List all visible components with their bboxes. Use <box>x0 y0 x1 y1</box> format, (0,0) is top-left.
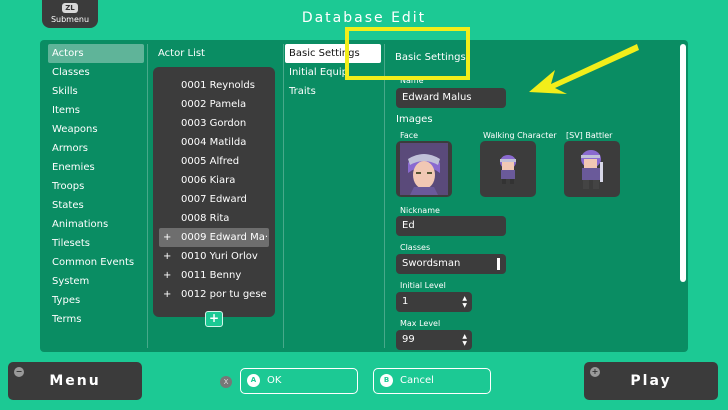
category-skills[interactable]: Skills <box>48 82 144 101</box>
initial-level-stepper[interactable]: 1 ▲ ▼ <box>396 292 472 312</box>
category-list: Actors Classes Skills Items Weapons Armo… <box>48 44 144 329</box>
plus-icon: + <box>163 289 172 300</box>
category-enemies[interactable]: Enemies <box>48 158 144 177</box>
actor-item[interactable]: 0006 Kiara <box>159 171 269 190</box>
actor-item[interactable]: 0004 Matilda <box>159 133 269 152</box>
images-label: Images <box>396 114 433 125</box>
actor-label: 0011 Benny <box>181 270 242 281</box>
category-actors[interactable]: Actors <box>48 44 144 63</box>
walking-character-label: Walking Character <box>483 131 557 140</box>
category-armors[interactable]: Armors <box>48 139 144 158</box>
category-types[interactable]: Types <box>48 291 144 310</box>
actor-item[interactable]: 0003 Gordon <box>159 114 269 133</box>
actor-label: 0009 Edward Ma··· <box>181 232 269 243</box>
classes-label: Classes <box>400 243 431 252</box>
actor-item[interactable]: 0002 Pamela <box>159 95 269 114</box>
actor-label: 0001 Reynolds <box>181 80 255 91</box>
initial-level-value: 1 <box>402 296 409 307</box>
menu-button[interactable]: − Menu <box>8 362 142 400</box>
category-terms[interactable]: Terms <box>48 310 144 329</box>
actor-item[interactable]: 0005 Alfred <box>159 152 269 171</box>
add-actor-button[interactable]: + <box>205 311 223 327</box>
column-divider <box>384 44 385 348</box>
actor-label: 0006 Kiara <box>181 175 236 186</box>
category-animations[interactable]: Animations <box>48 215 144 234</box>
category-tilesets[interactable]: Tilesets <box>48 234 144 253</box>
tab-traits[interactable]: Traits <box>285 82 381 101</box>
column-divider <box>147 44 148 348</box>
actor-label: 0005 Alfred <box>181 156 240 167</box>
cancel-button[interactable]: B Cancel <box>373 368 491 394</box>
stepper-arrows-icon[interactable]: ▲ ▼ <box>462 295 467 309</box>
actor-label: 0003 Gordon <box>181 118 247 129</box>
category-troops[interactable]: Troops <box>48 177 144 196</box>
a-button-icon: A <box>247 374 260 387</box>
max-level-value: 99 <box>402 334 415 345</box>
name-field[interactable]: Edward Malus <box>396 88 506 108</box>
classes-select[interactable]: Swordsman <box>396 254 506 274</box>
menu-label: Menu <box>49 373 101 389</box>
actor-list-header: Actor List <box>158 48 205 59</box>
face-image[interactable] <box>396 141 452 197</box>
walking-character-image[interactable] <box>480 141 536 197</box>
actor-list[interactable]: 0001 Reynolds 0002 Pamela 0003 Gordon 00… <box>153 67 275 317</box>
face-portrait-icon <box>400 143 448 195</box>
scrollbar[interactable] <box>680 44 686 282</box>
actor-label: 0002 Pamela <box>181 99 247 110</box>
plus-icon: + <box>163 232 172 243</box>
arrow-annotation-icon <box>529 44 639 94</box>
max-level-label: Max Level <box>400 319 441 328</box>
plus-icon: + <box>163 270 172 281</box>
play-button[interactable]: + Play <box>584 362 718 400</box>
actor-item[interactable]: +0010 Yuri Orlov <box>159 247 269 266</box>
actor-label: 0010 Yuri Orlov <box>181 251 258 262</box>
select-indicator-icon <box>497 258 500 270</box>
actor-item[interactable]: 0007 Edward <box>159 190 269 209</box>
category-common-events[interactable]: Common Events <box>48 253 144 272</box>
actor-item[interactable]: +0011 Benny <box>159 266 269 285</box>
nickname-label: Nickname <box>400 206 440 215</box>
category-classes[interactable]: Classes <box>48 63 144 82</box>
b-button-icon: B <box>380 374 393 387</box>
category-system[interactable]: System <box>48 272 144 291</box>
actor-item[interactable]: 0008 Rita <box>159 209 269 228</box>
plus-icon: + <box>590 367 600 377</box>
play-label: Play <box>630 373 672 389</box>
actor-label: 0004 Matilda <box>181 137 247 148</box>
category-states[interactable]: States <box>48 196 144 215</box>
initial-level-label: Initial Level <box>400 281 446 290</box>
actor-label: 0012 por tu gese <box>181 289 267 300</box>
battler-sprite-icon <box>581 150 603 189</box>
cancel-label: Cancel <box>400 375 434 386</box>
category-weapons[interactable]: Weapons <box>48 120 144 139</box>
face-label: Face <box>400 131 419 140</box>
actor-item-selected[interactable]: +0009 Edward Ma··· <box>159 228 269 247</box>
battler-label: [SV] Battler <box>566 131 613 140</box>
max-level-stepper[interactable]: 99 ▲ ▼ <box>396 330 472 350</box>
stepper-arrows-icon[interactable]: ▲ ▼ <box>462 333 467 347</box>
minus-icon: − <box>14 367 24 377</box>
name-field-highlight <box>345 27 470 80</box>
classes-value: Swordsman <box>402 258 461 269</box>
page-title: Database Edit <box>301 10 427 26</box>
actor-item[interactable]: +0012 por tu gese <box>159 285 269 304</box>
actor-item[interactable]: 0001 Reynolds <box>159 76 269 95</box>
category-items[interactable]: Items <box>48 101 144 120</box>
column-divider <box>283 44 284 348</box>
ok-label: OK <box>267 375 282 386</box>
actor-label: 0007 Edward <box>181 194 247 205</box>
walking-sprite-icon <box>500 155 516 184</box>
battler-image[interactable] <box>564 141 620 197</box>
plus-icon: + <box>163 251 172 262</box>
ok-button[interactable]: A OK <box>240 368 358 394</box>
actor-label: 0008 Rita <box>181 213 230 224</box>
nickname-field[interactable]: Ed <box>396 216 506 236</box>
x-button-icon: X <box>220 376 232 388</box>
